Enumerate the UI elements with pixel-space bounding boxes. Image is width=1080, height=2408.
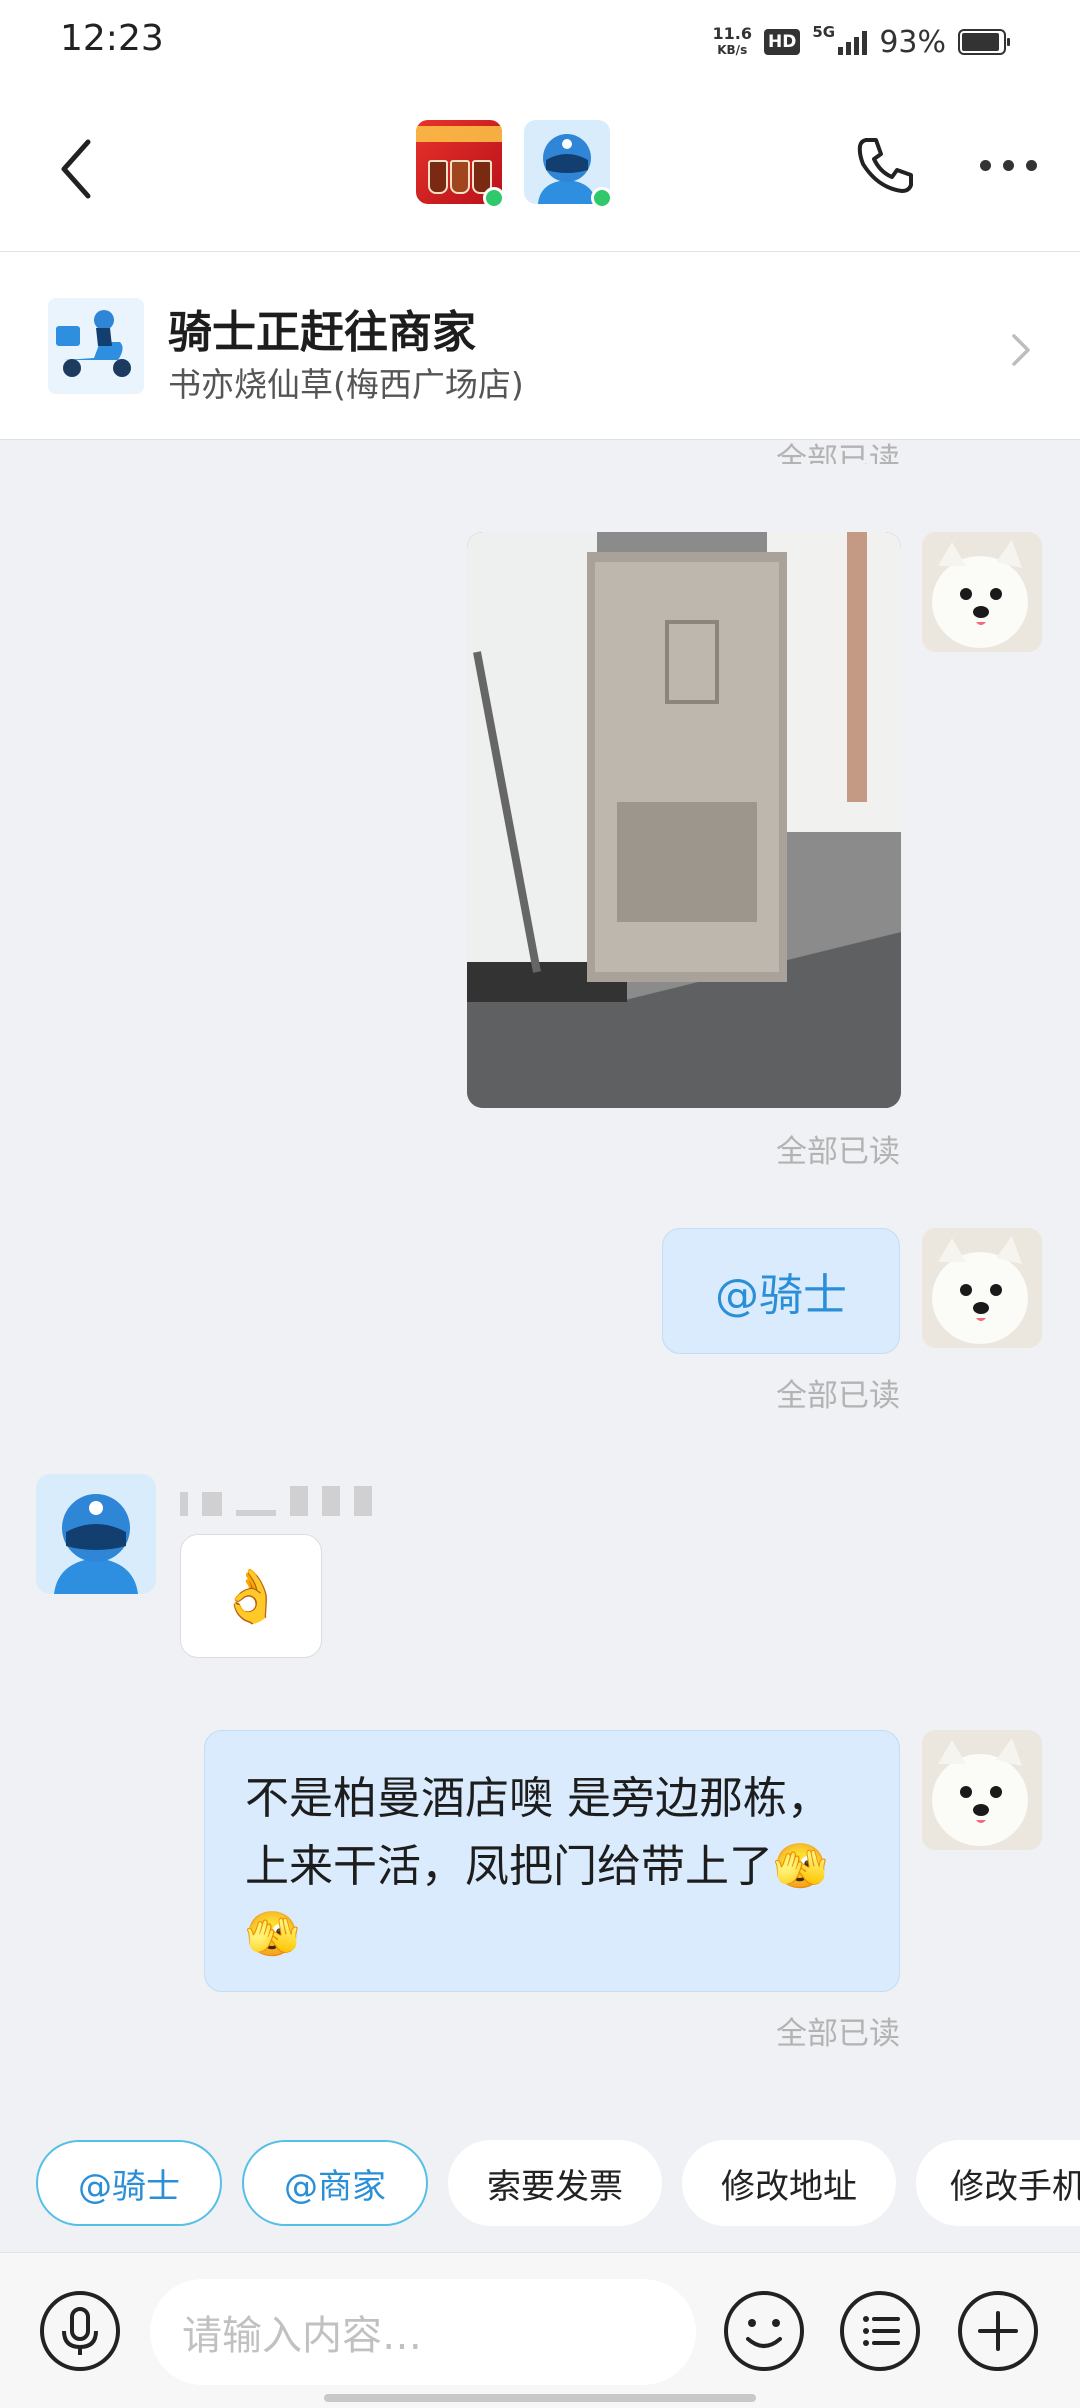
message-bubble[interactable]: 👌 (180, 1534, 322, 1658)
read-receipt: 全部已读 (776, 1378, 900, 1414)
message-input[interactable]: 请输入内容… (150, 2279, 696, 2385)
microphone-icon[interactable] (38, 2289, 122, 2373)
my-avatar[interactable] (922, 1228, 1042, 1348)
rider-scooter-icon (48, 298, 144, 394)
request-invoice-chip[interactable]: 索要发票 (448, 2140, 662, 2226)
rider-name-redacted (180, 1486, 372, 1516)
message-bubble[interactable]: 不是柏曼酒店噢 是旁边那栋， 上来干活，凤把门给带上了🫣🫣 (204, 1730, 900, 1992)
net-speed: 11.6 KB/s (712, 24, 752, 58)
chevron-right-icon (1012, 334, 1030, 366)
phone-icon[interactable] (852, 132, 918, 198)
more-dots-icon[interactable] (980, 160, 1037, 171)
edit-address-chip[interactable]: 修改地址 (682, 2140, 896, 2226)
hd-badge: HD (763, 29, 801, 55)
online-indicator (483, 187, 505, 209)
store-name: 书亦烧仙草(梅西广场店) (168, 365, 524, 404)
plus-icon[interactable] (956, 2289, 1040, 2373)
list-icon[interactable] (838, 2289, 922, 2373)
read-receipt: 全部已读 (776, 1134, 900, 1170)
my-avatar[interactable] (922, 532, 1042, 652)
read-receipt: 全部已读 (776, 2016, 900, 2052)
at-rider-chip[interactable]: @骑士 (36, 2140, 222, 2226)
status-time: 12:23 (60, 18, 164, 59)
quick-actions: @骑士 @商家 索要发票 修改地址 修改手机 (0, 2140, 1080, 2226)
photo-message[interactable] (467, 532, 901, 1108)
order-status-card[interactable]: 骑士正赶往商家 书亦烧仙草(梅西广场店) (0, 252, 1080, 440)
chat-header (0, 84, 1080, 252)
smiley-icon[interactable] (722, 2289, 806, 2373)
message-bubble[interactable]: @骑士 (662, 1228, 900, 1354)
order-status-title: 骑士正赶往商家 (168, 307, 476, 358)
edit-phone-chip[interactable]: 修改手机 (916, 2140, 1080, 2226)
home-indicator (324, 2394, 756, 2402)
battery-icon (958, 29, 1010, 55)
input-bar: 请输入内容… (0, 2252, 1080, 2408)
status-bar: 12:23 11.6 KB/s HD 5G 93% (0, 0, 1080, 84)
rider-avatar[interactable] (36, 1474, 156, 1594)
at-merchant-chip[interactable]: @商家 (242, 2140, 428, 2226)
signal-icon: 5G (812, 23, 868, 55)
chevron-left-icon[interactable] (50, 134, 110, 204)
status-icons: 11.6 KB/s HD 5G 93% (712, 20, 1010, 64)
battery-percent: 93% (879, 24, 946, 60)
read-receipt: 全部已读 (776, 442, 900, 464)
online-indicator (591, 187, 613, 209)
my-avatar[interactable] (922, 1730, 1042, 1850)
